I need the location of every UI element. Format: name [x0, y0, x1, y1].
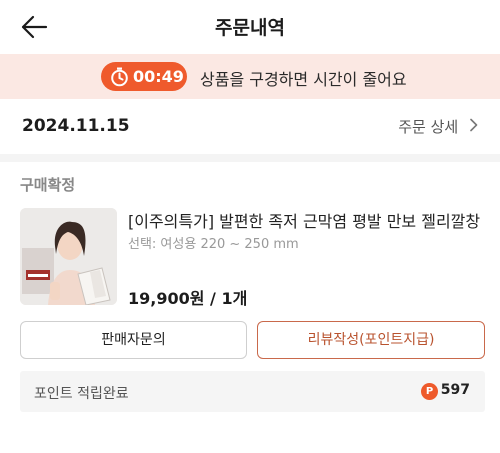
page-title: 주문내역: [215, 17, 285, 39]
product-price-quantity: 19,900원 / 1개: [128, 289, 248, 308]
order-detail-link[interactable]: 주문 상세: [398, 116, 478, 137]
product-option: 선택: 여성용 220 ~ 250 mm: [128, 237, 299, 252]
timer-banner: 00:49 상품을 구경하면 시간이 줄어요: [0, 54, 500, 99]
point-coin-icon: P: [421, 383, 438, 400]
stopwatch-icon: [111, 67, 128, 87]
timer-message: 상품을 구경하면 시간이 줄어요: [200, 70, 407, 89]
order-status: 구매확정: [20, 176, 76, 194]
points-label: 포인트 적립완료: [34, 386, 129, 402]
points-value: 597: [440, 382, 470, 398]
timer-countdown: 00:49: [133, 67, 184, 86]
points-status-bar: 포인트 적립완료 P 597: [20, 371, 485, 412]
seller-inquiry-button[interactable]: 판매자문의: [20, 321, 247, 359]
order-date: 2024.11.15: [22, 116, 130, 136]
write-review-button[interactable]: 리뷰작성(포인트지급): [257, 321, 485, 359]
product-thumbnail[interactable]: [20, 208, 117, 305]
header: 주문내역: [0, 0, 500, 54]
chevron-right-icon: [470, 118, 478, 132]
section-divider: [0, 154, 500, 162]
product-name[interactable]: [이주의특가] 발편한 족저 근막염 평발 만보 젤리깔창: [128, 208, 488, 232]
product-image: [20, 208, 117, 305]
timer-badge: 00:49: [101, 62, 187, 91]
order-detail-label: 주문 상세: [398, 118, 459, 136]
